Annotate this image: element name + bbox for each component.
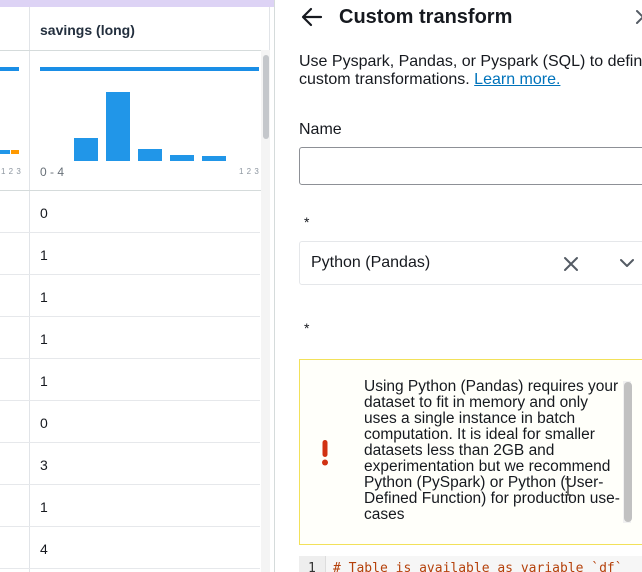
prev-column-histogram-bar-orange [11,150,19,154]
close-icon[interactable] [635,9,642,25]
table-row[interactable]: 0 [0,401,260,443]
cell-savings: 1 [40,373,48,389]
learn-more-link[interactable]: Learn more. [474,71,560,88]
text-cursor-icon [565,478,571,496]
table-row[interactable]: 4 [0,527,260,569]
cell-savings: 1 [40,289,48,305]
panel-description: Use Pyspark, Pandas, or Pyspark (SQL) to… [299,53,642,89]
cell-savings: 1 [40,331,48,347]
table-row[interactable]: 0 [0,191,260,233]
column-header-savings[interactable]: savings (long) [40,22,135,38]
warning-alert: Using Python (Pandas) requires your data… [299,359,642,545]
histogram-bar[interactable] [202,156,226,161]
table-row[interactable]: 1 [0,275,260,317]
custom-transform-panel: Custom transform Use Pyspark, Pandas, or… [275,0,642,572]
histogram-bar[interactable] [170,155,194,161]
panel-title: Custom transform [339,6,513,28]
data-grid: savings (long) 1 2 3 0 - 4 1 2 3 0 1 1 1… [0,7,275,572]
top-accent-bar [0,0,275,7]
table-row[interactable]: 1 [0,317,260,359]
name-input[interactable] [299,147,642,185]
line-number: 1 [308,561,316,572]
table-row[interactable]: 1 [0,485,260,527]
description-text: Use Pyspark, Pandas, or Pyspark (SQL) to… [299,53,642,88]
alert-scrollbar-thumb[interactable] [624,382,632,522]
prev-column-histogram-bar [0,150,10,154]
header-divider [0,50,270,51]
cell-savings: 1 [40,247,48,263]
clear-selection-icon[interactable] [563,256,579,272]
code-editor[interactable]: 1 # Table is available as variable `df` [299,556,642,572]
code-line[interactable]: # Table is available as variable `df` [333,561,623,572]
cell-savings: 0 [40,205,48,221]
name-label: Name [299,121,342,138]
histogram-bar[interactable] [138,149,162,161]
cell-savings: 0 [40,415,48,431]
histogram-range-label: 0 - 4 [40,165,65,179]
required-marker: * [304,320,310,336]
histogram-bar[interactable] [74,138,98,161]
warning-exclamation-icon [322,440,328,466]
required-marker: * [304,214,310,230]
table-row[interactable]: 3 [0,443,260,485]
table-row[interactable]: 1 [0,359,260,401]
table-row[interactable]: 1 [0,233,260,275]
prev-column-completeness-bar [0,67,19,71]
back-arrow-icon[interactable] [301,7,323,27]
language-select[interactable]: Python (Pandas) [299,241,642,285]
cell-savings: 3 [40,457,48,473]
histogram-bar[interactable] [106,92,130,161]
language-select-value: Python (Pandas) [311,254,431,271]
chevron-down-icon[interactable] [620,258,634,268]
prev-column-axis-label: 1 2 3 [1,167,22,176]
warning-alert-text: Using Python (Pandas) requires your data… [364,378,620,523]
completeness-bar [40,67,259,71]
histogram-axis-label: 1 2 3 [239,167,260,176]
table-body: 0 1 1 1 1 0 3 1 4 [0,191,260,569]
code-gutter: 1 [299,556,326,572]
cell-savings: 1 [40,499,48,515]
cell-savings: 4 [40,541,48,557]
grid-scrollbar-thumb[interactable] [263,55,269,139]
